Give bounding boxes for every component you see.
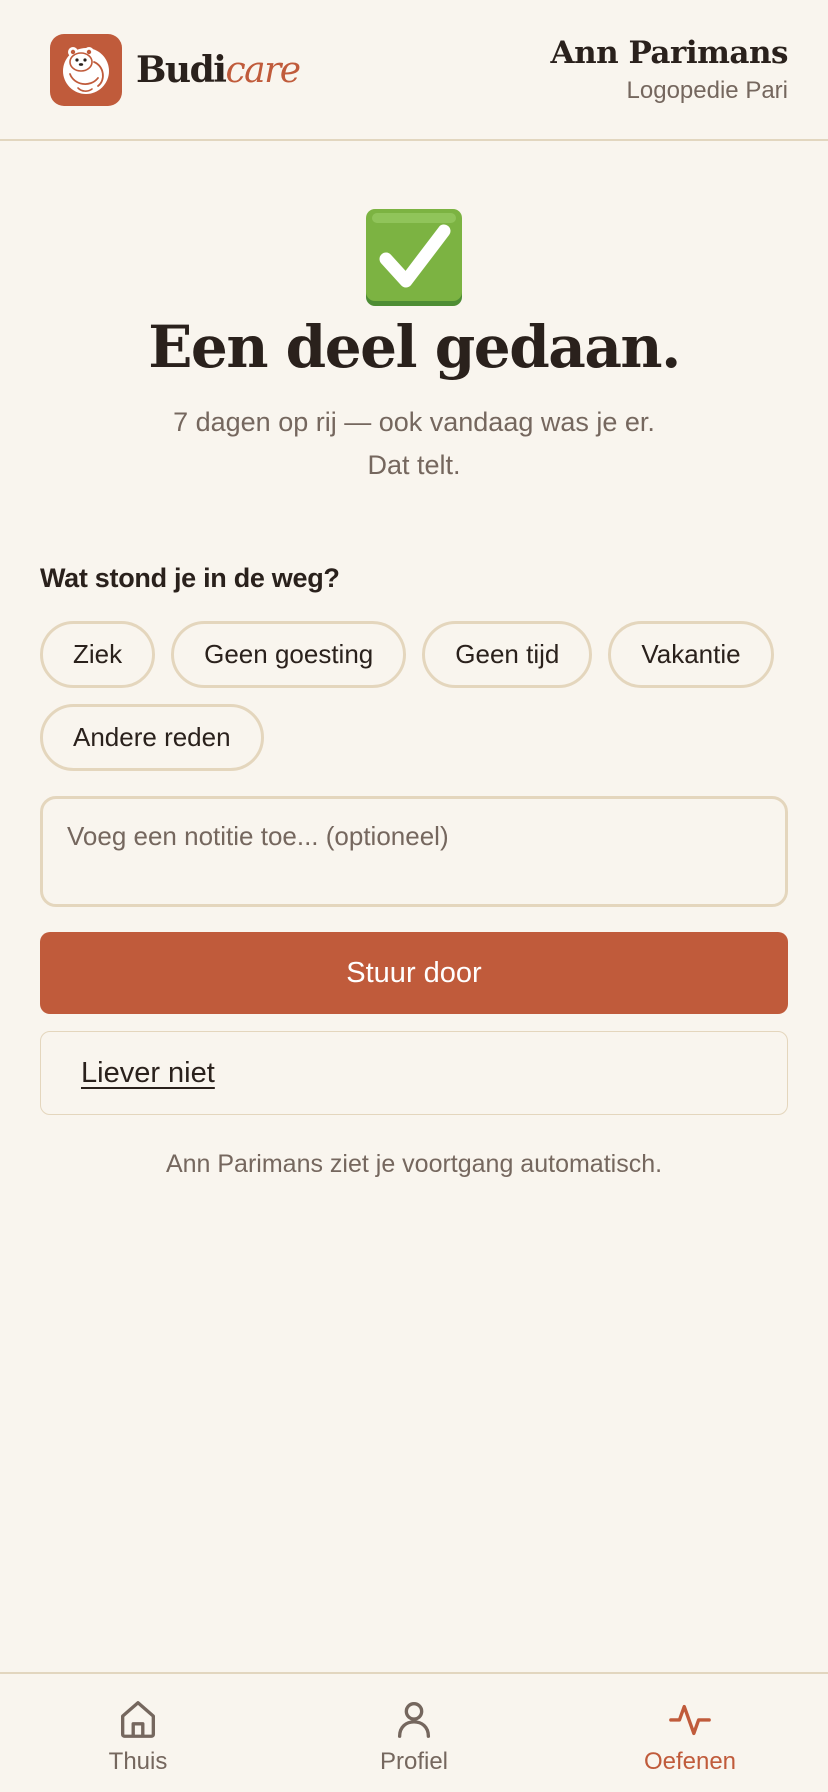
nav-item-profiel[interactable]: Profiel xyxy=(276,1674,552,1792)
submit-button[interactable]: Stuur door xyxy=(40,932,788,1014)
user-name: Ann Parimans xyxy=(550,35,789,71)
streak-line: 7 dagen op rij — ook vandaag was je er. xyxy=(173,407,655,437)
obstacle-question: Wat stond je in de weg? xyxy=(40,563,340,593)
decline-label: Liever niet xyxy=(81,1056,215,1089)
app-header: Budicare Ann Parimans Logopedie Pari xyxy=(0,0,828,141)
encouragement-line: Dat telt. xyxy=(367,450,461,480)
header-user-info: Ann Parimans Logopedie Pari xyxy=(550,35,789,105)
check-mark-button-icon xyxy=(364,207,464,307)
brand-wordmark-part1: Budi xyxy=(136,48,227,91)
brand-wordmark-part2: care xyxy=(225,49,301,91)
bottom-navigation: Thuis Profiel Oefenen xyxy=(0,1672,828,1792)
note-input[interactable] xyxy=(40,796,788,907)
obstacle-options: Ziek Geen goesting Geen tijd Vakantie An… xyxy=(40,621,788,771)
user-icon xyxy=(397,1701,431,1738)
user-practice-name: Logopedie Pari xyxy=(626,76,788,104)
nav-item-thuis[interactable]: Thuis xyxy=(0,1674,276,1792)
nav-label-thuis: Thuis xyxy=(108,1748,168,1775)
otter-logo-icon xyxy=(50,34,122,106)
brand-wordmark: Budicare xyxy=(136,48,301,91)
obstacle-chip-geen-tijd[interactable]: Geen tijd xyxy=(422,621,593,688)
brand-logo-link[interactable]: Budicare xyxy=(50,34,301,106)
home-icon xyxy=(120,1701,156,1738)
nav-label-profiel: Profiel xyxy=(379,1748,449,1775)
obstacle-chip-geen-goesting[interactable]: Geen goesting xyxy=(171,621,407,688)
completion-headline: Een deel gedaan. xyxy=(148,313,681,381)
obstacle-chip-andere-reden[interactable]: Andere reden xyxy=(40,704,264,771)
obstacle-chip-ziek[interactable]: Ziek xyxy=(40,621,156,688)
nav-item-oefenen[interactable]: Oefenen xyxy=(552,1674,828,1792)
obstacle-chip-vakantie[interactable]: Vakantie xyxy=(608,621,774,688)
nav-label-oefenen: Oefenen xyxy=(643,1748,737,1775)
activity-icon xyxy=(669,1704,711,1736)
completion-subtext: 7 dagen op rij — ook vandaag was je er. … xyxy=(100,401,728,487)
progress-footnote: Ann Parimans ziet je voortgang automatis… xyxy=(165,1150,663,1178)
decline-button[interactable]: Liever niet xyxy=(40,1031,788,1115)
